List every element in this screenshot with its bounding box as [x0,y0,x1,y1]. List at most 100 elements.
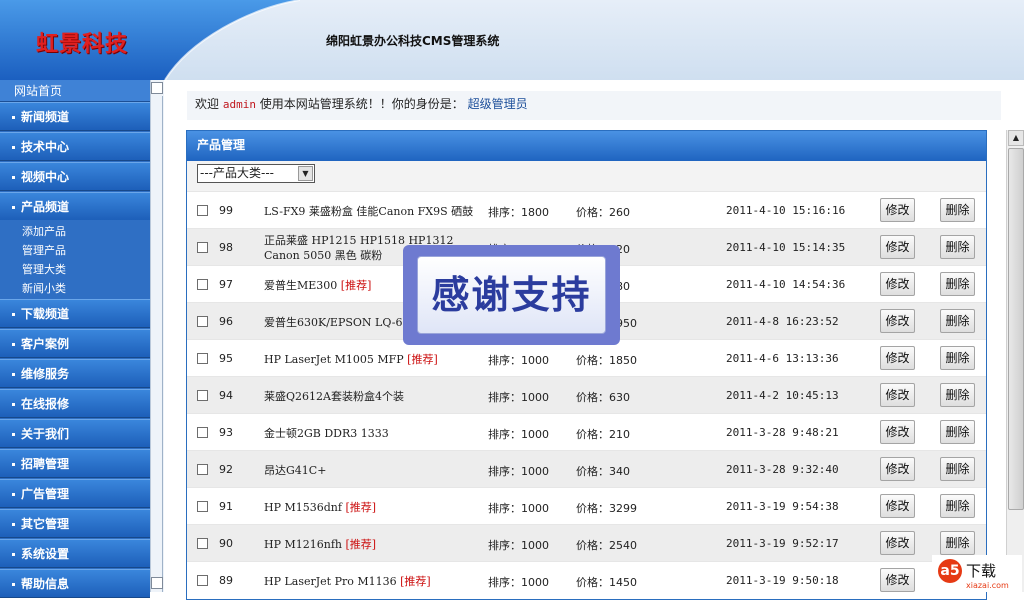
bullet-icon [12,146,15,149]
delete-button[interactable]: 删除 [940,457,975,481]
product-name[interactable]: HP M1216nfh [推荐] [264,537,478,552]
row-checkbox[interactable] [197,279,208,290]
page-title: 绵阳虹景办公科技CMS管理系统 [326,34,500,48]
product-name[interactable]: HP LaserJet M1005 MFP [推荐] [264,352,478,367]
subnav-news-subcategories[interactable]: 新闻小类 [22,279,66,298]
delete-button[interactable]: 删除 [940,235,975,259]
row-checkbox[interactable] [197,390,208,401]
row-price: 价格：210 [576,428,630,441]
edit-button[interactable]: 修改 [880,235,915,259]
bullet-icon [12,403,15,406]
row-checkbox[interactable] [197,464,208,475]
delete-button[interactable]: 删除 [940,309,975,333]
product-name-text: HP LaserJet Pro M1136 [264,575,401,588]
delete-button[interactable]: 删除 [940,198,975,222]
subnav-add-product[interactable]: 添加产品 [22,222,66,241]
sidebar-item-tech[interactable]: 技术中心 [0,132,150,161]
product-name[interactable]: HP LaserJet Pro M1136 [推荐] [264,574,478,589]
product-name[interactable]: 莱盛Q2612A套装粉盒4个装 [264,389,478,404]
scroll-thumb[interactable] [1008,148,1024,510]
sidebar-item-about[interactable]: 关于我们 [0,419,150,448]
delete-button[interactable]: 删除 [940,494,975,518]
dropdown-arrow-icon[interactable]: ▼ [298,166,313,181]
recommend-tag: [推荐] [345,501,377,514]
bullet-icon [12,313,15,316]
product-name[interactable]: HP M1536dnf [推荐] [264,500,478,515]
thanks-overlay: 感谢支持 [403,245,620,345]
vertical-scrollbar[interactable]: ▲ [1006,130,1024,592]
row-date: 2011-4-8 16:23:52 [726,315,839,328]
bullet-icon [12,176,15,179]
site-logo[interactable]: 虹景科技 [36,26,128,58]
row-id: 90 [219,537,233,550]
row-id: 89 [219,574,233,587]
edit-button[interactable]: 修改 [880,457,915,481]
row-checkbox[interactable] [197,538,208,549]
bullet-icon [12,433,15,436]
edit-button[interactable]: 修改 [880,494,915,518]
edit-button[interactable]: 修改 [880,346,915,370]
sidebar-item-settings[interactable]: 系统设置 [0,539,150,568]
product-name[interactable]: 金士顿2GB DDR3 1333 [264,426,478,441]
row-checkbox[interactable] [197,501,208,512]
sidebar-item-help[interactable]: 帮助信息 [0,569,150,598]
edit-button[interactable]: 修改 [880,531,915,555]
product-name-text: LS-FX9 莱盛粉盒 佳能Canon FX9S 硒鼓 [264,205,474,218]
edit-button[interactable]: 修改 [880,383,915,407]
bullet-icon [12,343,15,346]
sidebar-item-other[interactable]: 其它管理 [0,509,150,538]
sidebar-item-products[interactable]: 产品频道 [0,192,150,221]
sidebar-item-ads[interactable]: 广告管理 [0,479,150,508]
product-name-text: 金士顿2GB DDR3 1333 [264,427,389,440]
subnav-manage-categories[interactable]: 管理大类 [22,260,66,279]
sidebar-item-label: 新闻频道 [21,110,70,124]
sidebar-item-repair-service[interactable]: 维修服务 [0,359,150,388]
delete-button[interactable]: 删除 [940,383,975,407]
edit-button[interactable]: 修改 [880,420,915,444]
sidebar-item-downloads[interactable]: 下载频道 [0,299,150,328]
row-id: 99 [219,204,233,217]
product-name-text: 莱盛Q2612A套装粉盒4个装 [264,390,404,403]
row-date: 2011-3-28 9:32:40 [726,463,839,476]
sidebar-item-recruit[interactable]: 招聘管理 [0,449,150,478]
watermark-logo: a5 下载 xiazai.com [932,555,1022,592]
sidebar-item-label: 帮助信息 [21,577,70,591]
edit-button[interactable]: 修改 [880,272,915,296]
product-name-text: HP LaserJet M1005 MFP [264,353,408,366]
edit-button[interactable]: 修改 [880,309,915,333]
category-select[interactable]: ---产品大类--- ▼ [197,164,315,183]
row-checkbox[interactable] [197,242,208,253]
sidebar-item-label: 关于我们 [21,427,70,441]
product-name[interactable]: LS-FX9 莱盛粉盒 佳能Canon FX9S 硒鼓 [264,204,478,219]
row-checkbox[interactable] [197,205,208,216]
sidebar-item-label: 在线报修 [21,397,70,411]
sidebar-item-label: 产品频道 [21,200,70,214]
subnav-manage-products[interactable]: 管理产品 [22,241,66,260]
panel-title: 产品管理 [187,131,986,161]
table-row: 92 昂达G41C+ 排序：1000 价格：340 2011-3-28 9:32:40 修… [187,450,986,487]
delete-button[interactable]: 删除 [940,346,975,370]
sidebar-item-news[interactable]: 新闻频道 [0,102,150,131]
bullet-icon [12,373,15,376]
row-checkbox[interactable] [197,353,208,364]
product-name-text: HP M1216nfh [264,538,346,551]
edit-button[interactable]: 修改 [880,568,915,592]
edit-button[interactable]: 修改 [880,198,915,222]
scroll-up-arrow-icon[interactable]: ▲ [1008,130,1024,146]
delete-button[interactable]: 删除 [940,272,975,296]
row-checkbox[interactable] [197,427,208,438]
sidebar-home-link[interactable]: 网站首页 [0,80,150,102]
product-name[interactable]: 昂达G41C+ [264,463,478,478]
sidebar-item-video[interactable]: 视频中心 [0,162,150,191]
table-row: 99 LS-FX9 莱盛粉盒 佳能Canon FX9S 硒鼓 排序：1800 价格：2… [187,191,986,228]
frame-toggle-bottom[interactable] [151,577,163,589]
delete-button[interactable]: 删除 [940,420,975,444]
delete-button[interactable]: 删除 [940,531,975,555]
sidebar-item-cases[interactable]: 客户案例 [0,329,150,358]
sidebar-item-online-repair[interactable]: 在线报修 [0,389,150,418]
bullet-icon [12,206,15,209]
row-checkbox[interactable] [197,316,208,327]
frame-toggle-top[interactable] [151,82,163,94]
row-checkbox[interactable] [197,575,208,586]
row-id: 94 [219,389,233,402]
